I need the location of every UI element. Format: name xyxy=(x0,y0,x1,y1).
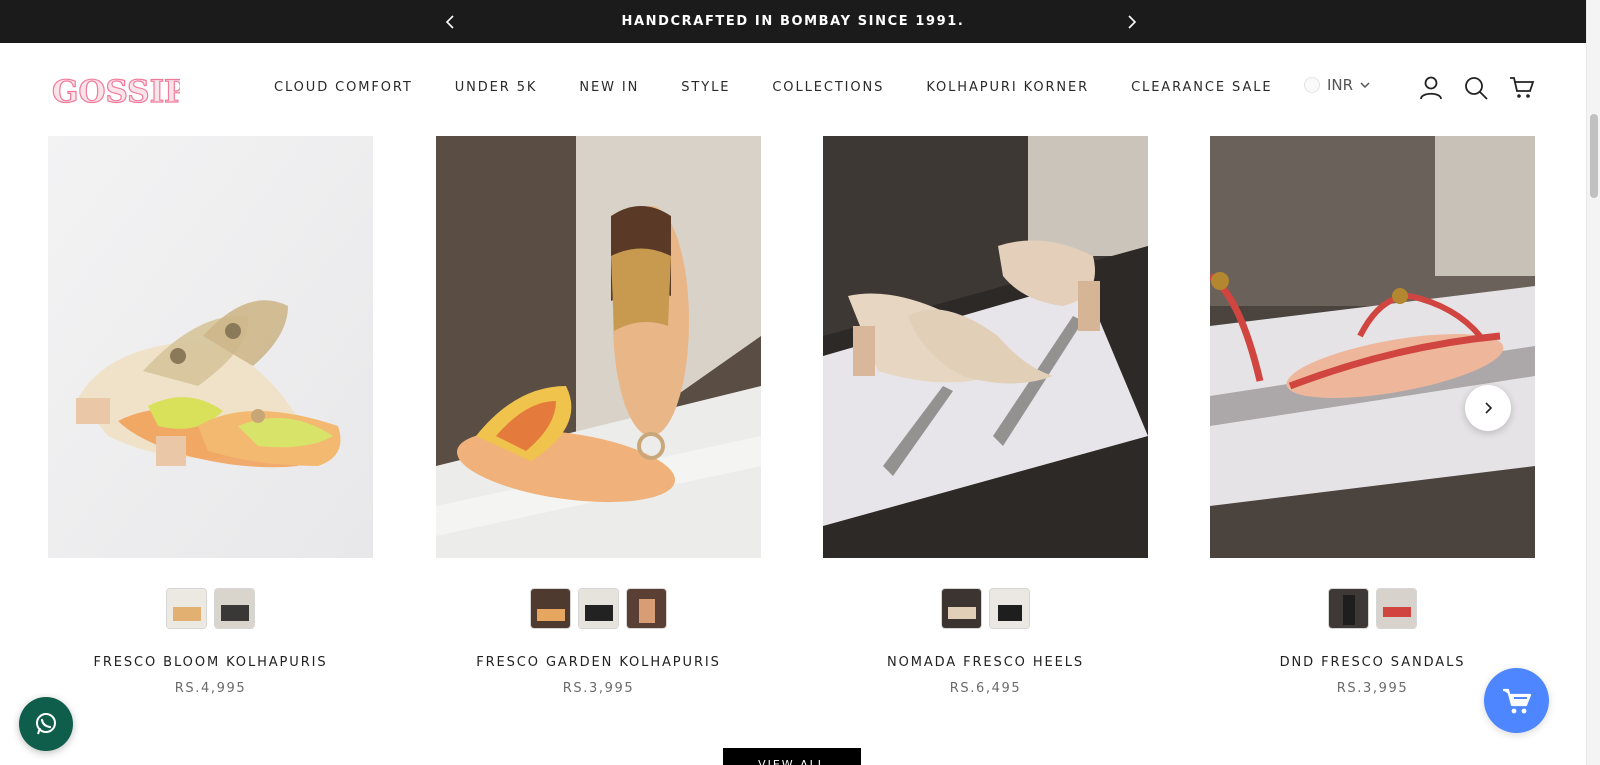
product-price: RS.3,995 xyxy=(562,681,635,696)
whatsapp-icon xyxy=(36,713,56,735)
color-swatch[interactable] xyxy=(214,588,255,629)
announcement-text: HANDCRAFTED IN BOMBAY SINCE 1991. xyxy=(621,14,965,29)
product-image[interactable] xyxy=(436,136,761,558)
currency-label: INR xyxy=(1327,76,1354,94)
chevron-right-icon[interactable] xyxy=(1121,12,1141,32)
svg-text:GOSSIP: GOSSIP xyxy=(52,74,180,110)
color-swatch[interactable] xyxy=(530,588,571,629)
chevron-right-icon xyxy=(1485,402,1493,414)
color-swatch[interactable] xyxy=(578,588,619,629)
product-card[interactable]: FRESCO BLOOM KOLHAPURIS RS.4,995 xyxy=(48,136,373,696)
product-card[interactable]: FRESCO GARDEN KOLHAPURIS RS.3,995 xyxy=(436,136,761,696)
account-icon[interactable] xyxy=(1418,75,1444,101)
nav-item-new-in[interactable]: NEW IN xyxy=(579,80,639,95)
product-price: RS.6,495 xyxy=(949,681,1022,696)
whatsapp-button[interactable] xyxy=(19,697,73,751)
site-header: GOSSIP CLOUD COMFORT UNDER 5K NEW IN STY… xyxy=(0,43,1586,133)
nav-item-cloud-comfort[interactable]: CLOUD COMFORT xyxy=(274,80,413,95)
nav-item-clearance-sale[interactable]: CLEARANCE SALE xyxy=(1131,80,1272,95)
chevron-down-icon xyxy=(1360,82,1370,89)
color-swatches xyxy=(823,588,1148,629)
product-title[interactable]: DND FRESCO SANDALS xyxy=(1190,655,1555,670)
color-swatch[interactable] xyxy=(1376,588,1417,629)
color-swatch[interactable] xyxy=(941,588,982,629)
product-image[interactable] xyxy=(1210,136,1535,558)
nav-item-collections[interactable]: COLLECTIONS xyxy=(772,80,884,95)
product-title[interactable]: NOMADA FRESCO HEELS xyxy=(803,655,1168,670)
product-price: RS.4,995 xyxy=(174,681,247,696)
cart-icon xyxy=(1502,688,1531,713)
announcement-bar: HANDCRAFTED IN BOMBAY SINCE 1991. xyxy=(0,0,1586,43)
nav-item-kolhapuri-korner[interactable]: KOLHAPURI KORNER xyxy=(926,80,1089,95)
search-icon[interactable] xyxy=(1463,75,1489,101)
scrollbar-thumb[interactable] xyxy=(1590,114,1598,198)
page-scrollbar[interactable] xyxy=(1586,0,1600,765)
color-swatch[interactable] xyxy=(626,588,667,629)
cart-icon[interactable] xyxy=(1509,75,1535,101)
product-card[interactable]: DND FRESCO SANDALS RS.3,995 xyxy=(1210,136,1535,696)
nav-item-style[interactable]: STYLE xyxy=(681,80,730,95)
color-swatches xyxy=(48,588,373,629)
main-nav: CLOUD COMFORT UNDER 5K NEW IN STYLE COLL… xyxy=(274,80,1273,95)
product-image[interactable] xyxy=(48,136,373,558)
color-swatch[interactable] xyxy=(166,588,207,629)
color-swatch[interactable] xyxy=(1328,588,1369,629)
product-image[interactable] xyxy=(823,136,1148,558)
carousel-next-button[interactable] xyxy=(1465,385,1511,431)
view-all-button[interactable]: VIEW ALL xyxy=(723,748,861,765)
nav-item-under-5k[interactable]: UNDER 5K xyxy=(455,80,538,95)
floating-cart-button[interactable] xyxy=(1484,668,1549,733)
product-card[interactable]: NOMADA FRESCO HEELS RS.6,495 xyxy=(823,136,1148,696)
currency-selector[interactable]: INR xyxy=(1304,76,1370,94)
flag-icon xyxy=(1304,77,1320,93)
color-swatches xyxy=(436,588,761,629)
product-title[interactable]: FRESCO BLOOM KOLHAPURIS xyxy=(28,655,393,670)
color-swatch[interactable] xyxy=(989,588,1030,629)
gossip-logo[interactable]: GOSSIP xyxy=(50,70,180,110)
color-swatches xyxy=(1210,588,1535,629)
product-title[interactable]: FRESCO GARDEN KOLHAPURIS xyxy=(416,655,781,670)
